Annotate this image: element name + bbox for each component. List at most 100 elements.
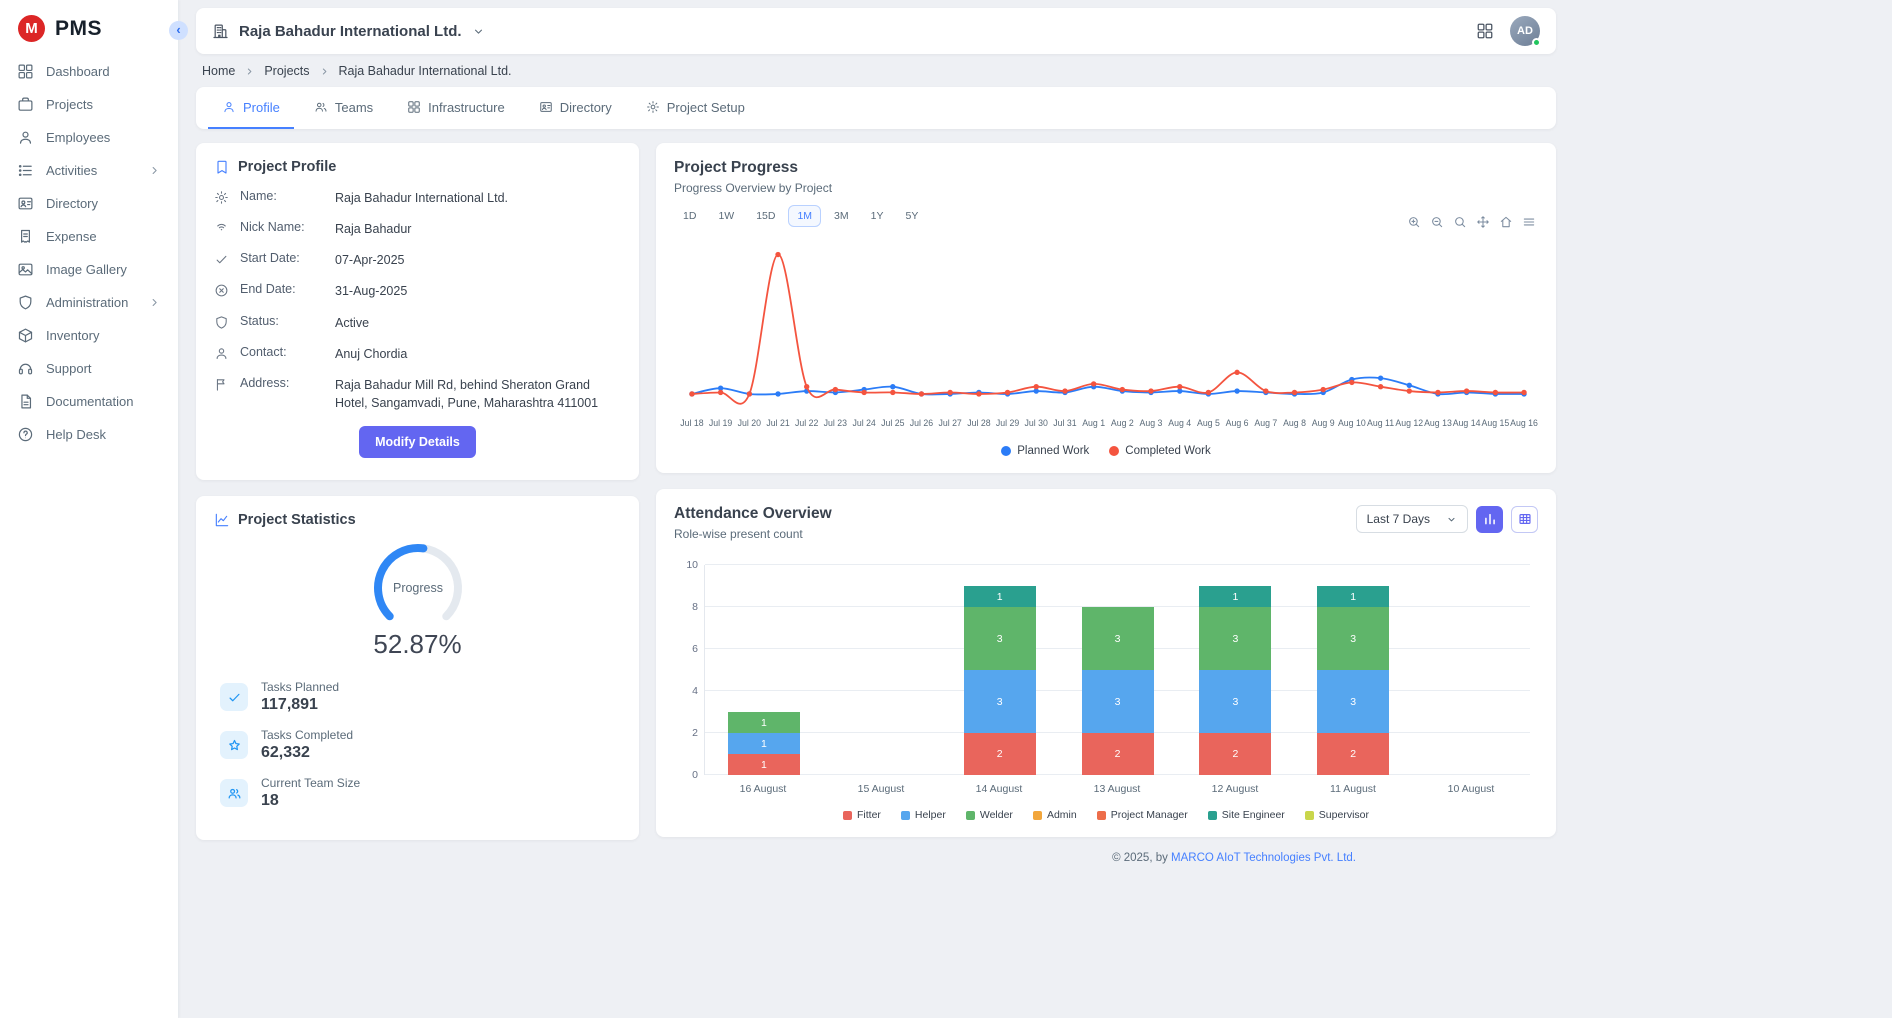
sidebar-collapse-button[interactable]: ‹ <box>169 21 188 40</box>
bar-segment-site-engineer[interactable]: 1 <box>1199 586 1271 607</box>
sidebar-item-label: Expense <box>46 229 97 244</box>
app-name: PMS <box>55 17 102 41</box>
sidebar-item-image-gallery[interactable]: Image Gallery <box>0 253 178 286</box>
bar-segment-welder[interactable]: 3 <box>1317 607 1389 670</box>
footer-link[interactable]: MARCO AIoT Technologies Pvt. Ltd. <box>1171 852 1356 864</box>
tab-directory[interactable]: Directory <box>525 87 626 129</box>
range-5y-button[interactable]: 5Y <box>896 205 927 227</box>
range-1y-button[interactable]: 1Y <box>862 205 893 227</box>
tab-profile[interactable]: Profile <box>208 87 294 129</box>
legend-admin[interactable]: Admin <box>1033 809 1077 821</box>
sidebar-item-label: Help Desk <box>46 427 106 442</box>
bar-segment-welder[interactable]: 3 <box>964 607 1036 670</box>
range-15d-button[interactable]: 15D <box>747 205 784 227</box>
chevron-right-icon <box>244 66 255 77</box>
legend-planned-work[interactable]: Planned Work <box>1001 445 1089 457</box>
attendance-bar-chart: 0 2 4 6 8 10111233123323312331 <box>704 565 1530 775</box>
sidebar-item-employees[interactable]: Employees <box>0 121 178 154</box>
apps-grid-icon[interactable] <box>1476 22 1494 40</box>
line-chart-svg[interactable]: Jul 18Jul 19Jul 20Jul 21Jul 22Jul 23Jul … <box>674 235 1538 438</box>
range-3m-button[interactable]: 3M <box>825 205 858 227</box>
tab-teams[interactable]: Teams <box>300 87 387 129</box>
bar-segment-helper[interactable]: 1 <box>728 733 800 754</box>
field-value: Raja Bahadur International Ltd. <box>335 189 621 207</box>
employees-icon <box>17 129 34 146</box>
bar-segment-welder[interactable]: 3 <box>1082 607 1154 670</box>
zoom-icon[interactable] <box>1453 215 1467 229</box>
sidebar-item-inventory[interactable]: Inventory <box>0 319 178 352</box>
sidebar-item-label: Administration <box>46 295 128 310</box>
breadcrumb-item-raja-bahadur-international-ltd: Raja Bahadur International Ltd. <box>339 64 512 78</box>
users-icon <box>314 100 328 114</box>
zoom-in-icon[interactable] <box>1407 215 1421 229</box>
project-selector[interactable]: Raja Bahadur International Ltd. <box>212 23 485 40</box>
legend-fitter[interactable]: Fitter <box>843 809 881 821</box>
stat-tasks-planned: Tasks Planned 117,891 <box>220 680 621 714</box>
tab-infrastructure[interactable]: Infrastructure <box>393 87 519 129</box>
bar-segment-welder[interactable]: 1 <box>728 712 800 733</box>
bar-chart-view-button[interactable] <box>1476 506 1503 533</box>
legend-welder[interactable]: Welder <box>966 809 1013 821</box>
administration-icon <box>17 294 34 311</box>
range-1d-button[interactable]: 1D <box>674 205 705 227</box>
chevron-right-icon <box>319 66 330 77</box>
bar-15-august <box>823 565 941 775</box>
pan-icon[interactable] <box>1476 215 1490 229</box>
bar-segment-helper[interactable]: 3 <box>1199 670 1271 733</box>
bar-segment-helper[interactable]: 3 <box>1082 670 1154 733</box>
profile-fields: Name:Raja Bahadur International Ltd.Nick… <box>214 189 621 412</box>
sidebar-item-expense[interactable]: Expense <box>0 220 178 253</box>
home-icon[interactable] <box>1499 215 1513 229</box>
menu-icon[interactable] <box>1522 215 1536 229</box>
image-gallery-icon <box>17 261 34 278</box>
legend-completed-work[interactable]: Completed Work <box>1109 445 1210 457</box>
star-icon <box>220 731 248 759</box>
date-range-select[interactable]: Last 7 Days <box>1356 505 1468 533</box>
table-view-button[interactable] <box>1511 506 1538 533</box>
legend-site-engineer[interactable]: Site Engineer <box>1208 809 1285 821</box>
bar-segment-fitter[interactable]: 2 <box>964 733 1036 775</box>
top-header: Raja Bahadur International Ltd. AD <box>196 8 1556 54</box>
sidebar-item-support[interactable]: Support <box>0 352 178 385</box>
zoom-out-icon[interactable] <box>1430 215 1444 229</box>
app-logo[interactable]: M PMS <box>0 0 178 55</box>
bar-segment-fitter[interactable]: 1 <box>728 754 800 775</box>
bar-segment-fitter[interactable]: 2 <box>1199 733 1271 775</box>
check-icon <box>214 252 229 267</box>
progress-percent: 52.87% <box>214 629 621 660</box>
breadcrumb-item-home[interactable]: Home <box>202 64 235 78</box>
grid-icon <box>407 100 421 114</box>
bar-chart-icon <box>1483 512 1497 526</box>
field-value: Raja Bahadur Mill Rd, behind Sheraton Gr… <box>335 376 621 412</box>
bar-chart-legend: Fitter Helper Welder Admin Project Manager Si… <box>674 809 1538 821</box>
bar-segment-site-engineer[interactable]: 1 <box>1317 586 1389 607</box>
sidebar-item-dashboard[interactable]: Dashboard <box>0 55 178 88</box>
tab-project-setup[interactable]: Project Setup <box>632 87 759 129</box>
legend-helper[interactable]: Helper <box>901 809 946 821</box>
sidebar-item-help-desk[interactable]: Help Desk <box>0 418 178 451</box>
breadcrumb-item-projects[interactable]: Projects <box>264 64 309 78</box>
bar-segment-fitter[interactable]: 2 <box>1082 733 1154 775</box>
sidebar-item-administration[interactable]: Administration <box>0 286 178 319</box>
sidebar-item-activities[interactable]: Activities <box>0 154 178 187</box>
range-1w-button[interactable]: 1W <box>709 205 743 227</box>
modify-details-button[interactable]: Modify Details <box>359 426 476 458</box>
svg-text:Aug 8: Aug 8 <box>1283 418 1306 428</box>
sidebar-item-projects[interactable]: Projects <box>0 88 178 121</box>
bar-x-labels: 16 August15 August14 August13 August12 A… <box>704 783 1530 795</box>
table-icon <box>1518 512 1532 526</box>
bar-segment-helper[interactable]: 3 <box>1317 670 1389 733</box>
avatar-initials: AD <box>1517 25 1533 37</box>
users-icon <box>220 779 248 807</box>
sidebar-item-directory[interactable]: Directory <box>0 187 178 220</box>
legend-project-manager[interactable]: Project Manager <box>1097 809 1188 821</box>
legend-supervisor[interactable]: Supervisor <box>1305 809 1369 821</box>
bar-segment-site-engineer[interactable]: 1 <box>964 586 1036 607</box>
bar-segment-welder[interactable]: 3 <box>1199 607 1271 670</box>
avatar[interactable]: AD <box>1510 16 1540 46</box>
sidebar-item-documentation[interactable]: Documentation <box>0 385 178 418</box>
svg-text:Aug 5: Aug 5 <box>1197 418 1220 428</box>
bar-segment-helper[interactable]: 3 <box>964 670 1036 733</box>
bar-segment-fitter[interactable]: 2 <box>1317 733 1389 775</box>
range-1m-button[interactable]: 1M <box>788 205 821 227</box>
